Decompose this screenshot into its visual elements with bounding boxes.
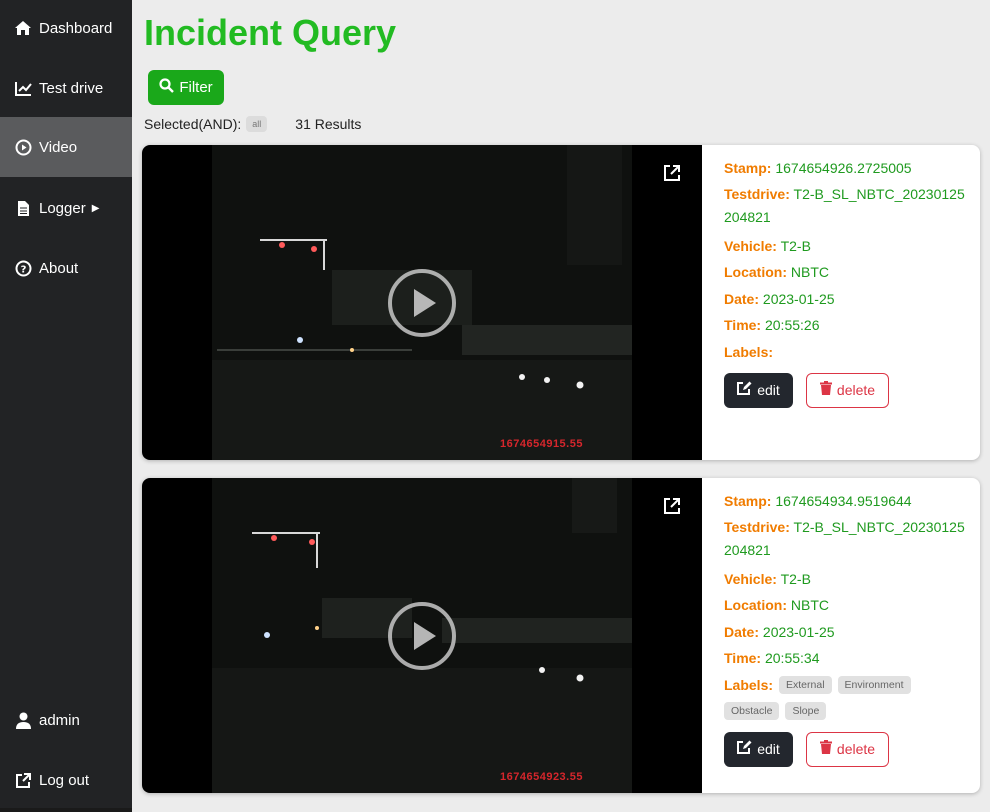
edit-icon bbox=[737, 736, 752, 763]
play-circle-icon bbox=[14, 138, 32, 156]
sidebar-item-label: About bbox=[39, 259, 79, 277]
chart-line-icon bbox=[14, 79, 32, 97]
sidebar-logout[interactable]: Log out bbox=[0, 750, 132, 810]
filter-button[interactable]: Filter bbox=[148, 70, 224, 105]
stamp-label: Stamp: bbox=[724, 160, 772, 176]
selected-badge[interactable]: all bbox=[246, 116, 268, 132]
sidebar-item-about[interactable]: ? About bbox=[0, 238, 132, 298]
delete-button[interactable]: delete bbox=[806, 373, 889, 408]
card-actions: edit delete bbox=[724, 732, 969, 767]
stamp-value: 1674654934.9519644 bbox=[775, 493, 912, 509]
incident-card: 1674654923.55 Stamp: 1674654934.9519644 … bbox=[142, 478, 980, 793]
sidebar-item-label: Video bbox=[39, 138, 78, 156]
file-icon bbox=[14, 199, 32, 217]
time-label: Time: bbox=[724, 650, 762, 666]
caret-right-icon: ▶ bbox=[91, 202, 100, 214]
video-timestamp: 1674654923.55 bbox=[500, 771, 583, 783]
sidebar-user-label: admin bbox=[39, 711, 80, 729]
edit-button[interactable]: edit bbox=[724, 732, 793, 767]
time-value: 20:55:26 bbox=[764, 317, 820, 333]
incident-details: Stamp: 1674654926.2725005 Testdrive: T2-… bbox=[724, 155, 969, 408]
time-value: 20:55:34 bbox=[764, 650, 820, 666]
video-timestamp: 1674654915.55 bbox=[500, 438, 583, 450]
testdrive-label: Testdrive: bbox=[724, 518, 790, 535]
label-tag: External bbox=[779, 675, 832, 694]
location-label: Location: bbox=[724, 264, 787, 280]
delete-button[interactable]: delete bbox=[806, 732, 889, 767]
user-icon bbox=[14, 711, 32, 729]
labels-label: Labels: bbox=[724, 343, 774, 360]
location-value: NBTC bbox=[790, 264, 830, 280]
open-external-icon[interactable] bbox=[662, 496, 682, 516]
video-player[interactable]: 1674654915.55 bbox=[142, 145, 702, 460]
sidebar-item-test-drive[interactable]: Test drive bbox=[0, 58, 132, 118]
sidebar-item-label: Dashboard bbox=[39, 19, 113, 37]
sidebar-item-dashboard[interactable]: Dashboard bbox=[0, 0, 132, 58]
label-tag: Environment bbox=[837, 675, 911, 694]
sidebar-item-label: Logger bbox=[39, 199, 86, 217]
question-circle-icon: ? bbox=[14, 259, 32, 277]
date-label: Date: bbox=[724, 623, 760, 640]
edit-label: edit bbox=[757, 382, 780, 399]
trash-icon bbox=[819, 377, 832, 404]
page-title: Incident Query bbox=[144, 12, 397, 53]
sidebar-item-label: Test drive bbox=[39, 79, 104, 97]
sidebar-item-video[interactable]: Video bbox=[0, 117, 132, 177]
label-tag: Obstacle bbox=[724, 702, 780, 720]
video-player[interactable]: 1674654923.55 bbox=[142, 478, 702, 793]
vehicle-label: Vehicle: bbox=[724, 570, 777, 587]
edit-label: edit bbox=[757, 741, 780, 758]
main-content: Incident Query Filter Selected(AND): all… bbox=[132, 0, 990, 812]
selected-label: Selected(AND): bbox=[144, 116, 242, 132]
delete-label: delete bbox=[836, 741, 876, 758]
open-external-icon[interactable] bbox=[662, 163, 682, 183]
location-value: NBTC bbox=[790, 597, 830, 613]
external-link-icon bbox=[14, 771, 32, 789]
search-icon bbox=[159, 78, 175, 97]
date-label: Date: bbox=[724, 290, 760, 307]
vehicle-label: Vehicle: bbox=[724, 237, 777, 254]
stamp-label: Stamp: bbox=[724, 493, 772, 509]
filter-label: Filter bbox=[179, 79, 213, 96]
edit-button[interactable]: edit bbox=[724, 373, 793, 408]
testdrive-label: Testdrive: bbox=[724, 185, 790, 202]
stamp-value: 1674654926.2725005 bbox=[775, 160, 912, 176]
sidebar-logout-label: Log out bbox=[39, 771, 90, 789]
sidebar: Dashboard Test drive Video Logger ▶ ? Ab… bbox=[0, 0, 132, 812]
vehicle-value: T2-B bbox=[780, 570, 811, 587]
play-button[interactable] bbox=[388, 602, 456, 670]
results-count: 31 Results bbox=[295, 116, 362, 132]
play-button[interactable] bbox=[388, 269, 456, 337]
labels-label: Labels: bbox=[724, 676, 774, 693]
card-actions: edit delete bbox=[724, 373, 969, 408]
incident-card: 1674654915.55 Stamp: 1674654926.2725005 … bbox=[142, 145, 980, 460]
location-label: Location: bbox=[724, 597, 787, 613]
divider bbox=[0, 808, 132, 812]
vehicle-value: T2-B bbox=[780, 237, 811, 254]
date-value: 2023-01-25 bbox=[762, 290, 835, 307]
selection-summary: Selected(AND): all 31 Results bbox=[144, 116, 361, 132]
sidebar-user[interactable]: admin bbox=[0, 690, 132, 750]
labels-row: Labels: External Environment Obstacle Sl… bbox=[724, 672, 969, 720]
sidebar-item-logger[interactable]: Logger ▶ bbox=[0, 178, 132, 238]
edit-icon bbox=[737, 377, 752, 404]
trash-icon bbox=[819, 736, 832, 763]
time-label: Time: bbox=[724, 317, 762, 333]
label-tag: Slope bbox=[785, 702, 827, 720]
home-icon bbox=[14, 19, 32, 37]
incident-details: Stamp: 1674654934.9519644 Testdrive: T2-… bbox=[724, 488, 969, 767]
svg-text:?: ? bbox=[20, 264, 26, 275]
delete-label: delete bbox=[836, 382, 876, 399]
date-value: 2023-01-25 bbox=[762, 623, 835, 640]
